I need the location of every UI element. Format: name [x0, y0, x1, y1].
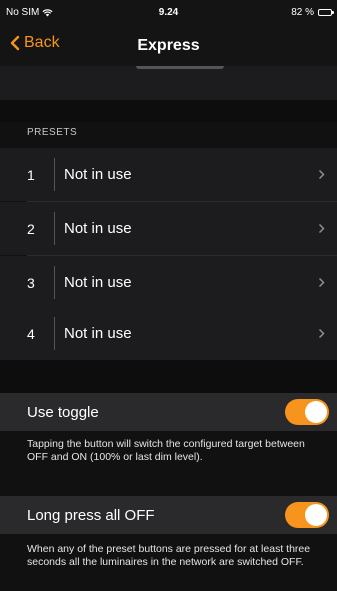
back-label: Back: [24, 34, 60, 51]
section-spacer: [0, 100, 337, 122]
preset-label: Not in use: [64, 325, 132, 342]
chevron-right-icon: [318, 328, 325, 339]
nav-bar: Back Express: [0, 26, 337, 66]
presets-header: PRESETS: [0, 122, 337, 148]
long-press-switch[interactable]: [285, 502, 329, 528]
preset-label: Not in use: [64, 166, 132, 183]
preset-label: Not in use: [64, 220, 132, 237]
long-press-label: Long press all OFF: [27, 506, 155, 524]
back-button[interactable]: Back: [10, 34, 60, 52]
section-spacer: [0, 360, 337, 393]
top-card: [0, 66, 337, 100]
preset-row-3[interactable]: 3 Not in use: [0, 256, 337, 309]
preset-number: 4: [27, 325, 35, 342]
long-press-description: When any of the preset buttons are press…: [0, 543, 337, 591]
chevron-right-icon: [318, 277, 325, 288]
preset-divider: [54, 212, 55, 245]
toggle-knob: [305, 401, 327, 423]
preset-label: Not in use: [64, 274, 132, 291]
preset-number: 3: [27, 274, 35, 291]
preset-row-4[interactable]: 4 Not in use: [0, 307, 337, 360]
sheet-handle: [136, 66, 224, 69]
use-toggle-row: Use toggle: [0, 393, 337, 431]
preset-number: 1: [27, 166, 35, 183]
chevron-right-icon: [318, 223, 325, 234]
preset-number: 2: [27, 220, 35, 237]
chevron-left-icon: [10, 35, 20, 51]
use-toggle-label: Use toggle: [27, 403, 99, 421]
preset-divider: [54, 266, 55, 299]
use-toggle-switch[interactable]: [285, 399, 329, 425]
battery-percent: 82 %: [291, 7, 314, 18]
toggle-knob: [305, 504, 327, 526]
chevron-right-icon: [318, 169, 325, 180]
preset-row-2[interactable]: 2 Not in use: [0, 202, 337, 255]
preset-row-1[interactable]: 1 Not in use: [0, 148, 337, 201]
status-time: 9.24: [158, 7, 179, 18]
battery-icon: [318, 9, 334, 16]
long-press-row: Long press all OFF: [0, 496, 337, 534]
status-bar: No SIM 9.24 82 %: [0, 0, 337, 26]
status-right: 82 %: [291, 7, 334, 18]
preset-divider: [54, 317, 55, 350]
preset-divider: [54, 158, 55, 191]
use-toggle-description: Tapping the button will switch the confi…: [0, 438, 337, 490]
